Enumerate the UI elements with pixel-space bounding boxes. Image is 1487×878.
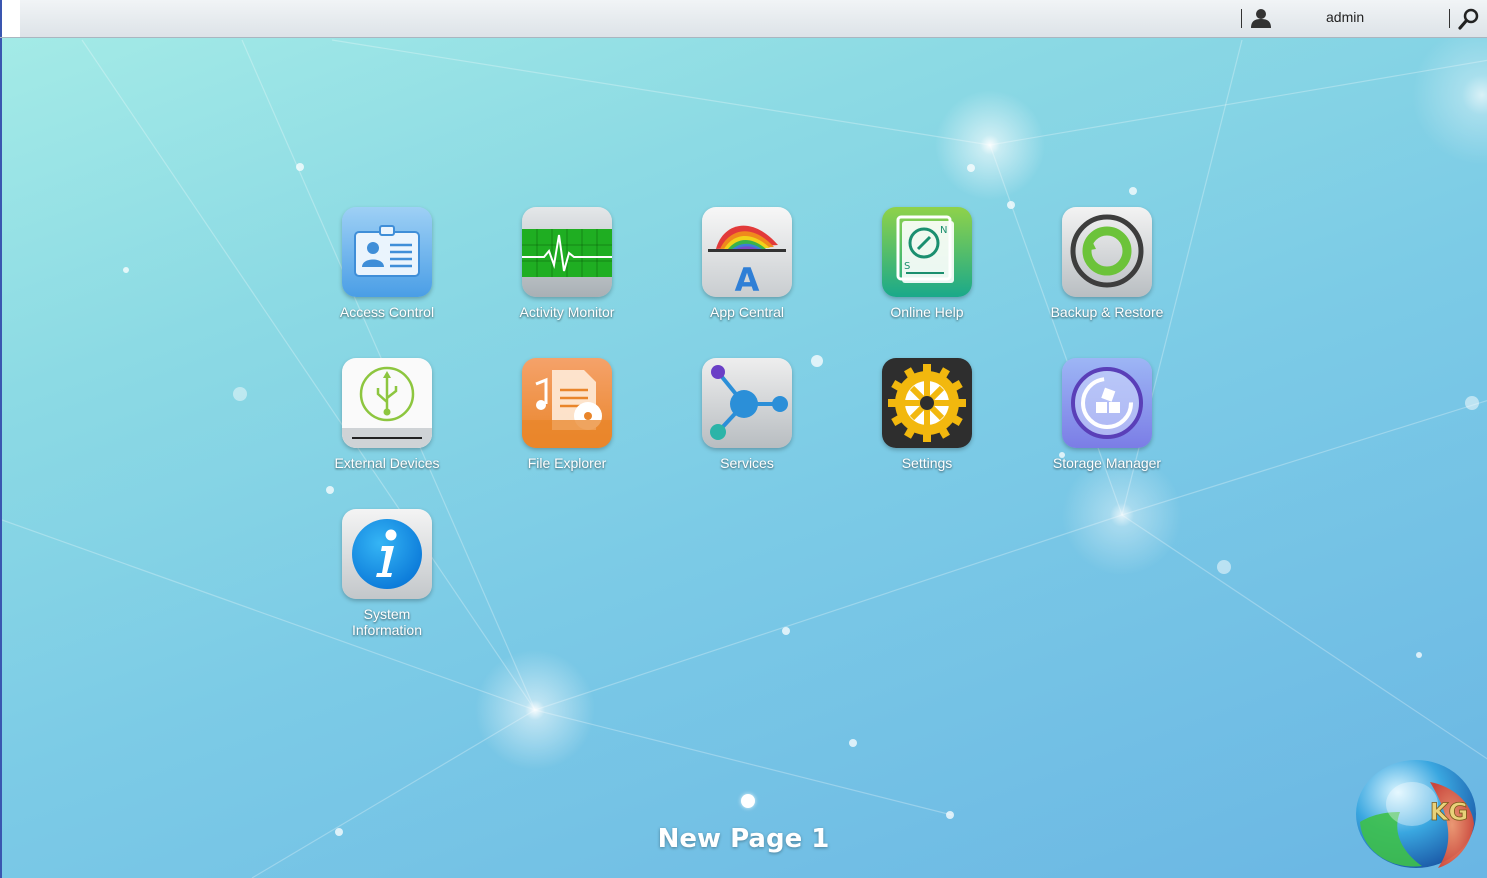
app-activity-monitor[interactable]: Activity Monitor — [487, 207, 647, 320]
storage-manager-icon[interactable] — [1062, 358, 1152, 448]
user-icon[interactable] — [1250, 7, 1272, 29]
app-access-control[interactable]: Access Control — [307, 207, 467, 320]
svg-text:A: A — [735, 261, 760, 297]
app-label: Backup & Restore — [1050, 304, 1164, 320]
app-label: App Central — [710, 304, 784, 320]
app-system-information[interactable]: System Information — [307, 509, 467, 638]
divider — [1449, 9, 1450, 28]
help-book-icon[interactable]: N S — [882, 207, 972, 297]
services-icon[interactable] — [702, 358, 792, 448]
app-label: Settings — [901, 455, 953, 471]
divider — [1241, 9, 1242, 28]
heartbeat-monitor-icon[interactable] — [522, 207, 612, 297]
app-label: Access Control — [339, 304, 435, 320]
app-app-central[interactable]: A App Central — [667, 207, 827, 320]
app-label: Storage Manager — [1052, 455, 1162, 471]
gear-icon[interactable] — [882, 358, 972, 448]
app-label-line: System — [363, 606, 411, 622]
app-online-help[interactable]: N S Online Help — [847, 207, 1007, 320]
app-file-explorer[interactable]: File Explorer — [487, 358, 647, 471]
kg-logo-text: KG — [1430, 798, 1468, 826]
app-services[interactable]: Services — [667, 358, 827, 471]
app-central-icon[interactable]: A — [702, 207, 792, 297]
app-external-devices[interactable]: External Devices — [307, 358, 467, 471]
page-indicator-dot[interactable] — [741, 794, 755, 808]
app-label-line: Information — [351, 622, 423, 638]
kg-logo-icon: KG — [1356, 760, 1476, 868]
svg-text:S: S — [904, 261, 910, 272]
top-bar: admin — [0, 0, 1487, 38]
app-label: File Explorer — [527, 455, 607, 471]
info-icon[interactable] — [342, 509, 432, 599]
app-settings[interactable]: Settings — [847, 358, 1007, 471]
app-storage-manager[interactable]: Storage Manager — [1027, 358, 1187, 471]
username-label[interactable]: admin — [1326, 9, 1364, 25]
menu-strip[interactable] — [0, 0, 20, 37]
file-explorer-icon[interactable] — [522, 358, 612, 448]
app-label: External Devices — [334, 455, 440, 471]
id-card-icon[interactable] — [342, 207, 432, 297]
app-label: Activity Monitor — [519, 304, 615, 320]
app-label: System Information — [307, 606, 467, 638]
backup-restore-icon[interactable] — [1062, 207, 1152, 297]
app-label: Services — [720, 455, 774, 471]
page-title[interactable]: New Page 1 — [0, 824, 1487, 854]
search-icon[interactable] — [1458, 8, 1480, 30]
svg-text:N: N — [940, 225, 947, 236]
app-backup-restore[interactable]: Backup & Restore — [1027, 207, 1187, 320]
usb-icon[interactable] — [342, 358, 432, 448]
app-label: Online Help — [890, 304, 964, 320]
